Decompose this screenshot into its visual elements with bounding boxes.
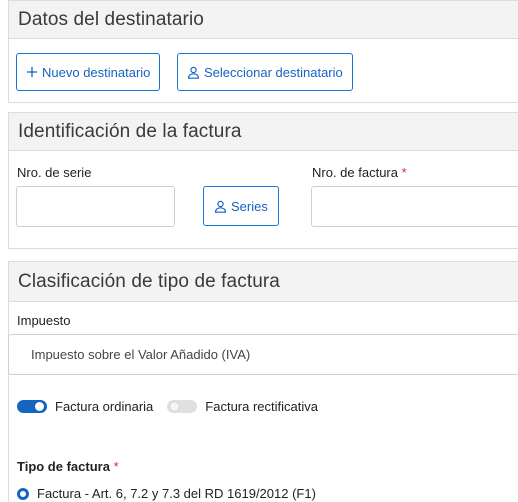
- invoice-type-option-label: Factura - Art. 6, 7.2 y 7.3 del RD 1619/…: [37, 486, 316, 501]
- radio-selected-icon[interactable]: [17, 487, 29, 500]
- invoice-type-label: Tipo de factura *: [17, 459, 119, 474]
- tax-select[interactable]: Impuesto sobre el Valor Añadido (IVA): [8, 334, 518, 375]
- select-recipient-button[interactable]: Seleccionar destinatario: [177, 53, 353, 91]
- tax-select-value: Impuesto sobre el Valor Añadido (IVA): [31, 347, 251, 362]
- user-icon: [214, 200, 227, 213]
- series-button[interactable]: Series: [203, 186, 279, 226]
- select-recipient-label: Seleccionar destinatario: [204, 64, 343, 80]
- series-button-label: Series: [231, 198, 268, 214]
- series-input[interactable]: [16, 186, 175, 227]
- corrective-invoice-toggle[interactable]: [167, 400, 198, 413]
- classification-card-title: Clasificación de tipo de factura: [18, 270, 280, 292]
- invoice-number-label-text: Nro. de factura: [312, 165, 398, 180]
- required-mark: *: [401, 165, 407, 180]
- invoice-number-input[interactable]: [311, 186, 518, 227]
- corrective-invoice-label: Factura rectificativa: [205, 399, 318, 414]
- invoice-id-card: Identificación de la factura: [8, 112, 518, 249]
- invoice-kind-toggles: Factura ordinaria Factura rectificativa: [17, 399, 332, 414]
- new-recipient-button[interactable]: Nuevo destinatario: [16, 53, 161, 91]
- ordinary-invoice-toggle[interactable]: [17, 400, 47, 413]
- user-icon: [187, 66, 200, 79]
- series-label: Nro. de serie: [17, 165, 92, 180]
- ordinary-invoice-label: Factura ordinaria: [55, 399, 154, 414]
- plus-icon: [27, 67, 37, 77]
- tax-label: Impuesto: [17, 313, 71, 328]
- invoice-type-option[interactable]: Factura - Art. 6, 7.2 y 7.3 del RD 1619/…: [17, 486, 316, 501]
- invoice-id-card-title: Identificación de la factura: [18, 120, 242, 142]
- required-mark: *: [113, 459, 119, 474]
- recipient-card-header: Datos del destinatario: [9, 1, 518, 39]
- invoice-id-card-header: Identificación de la factura: [9, 113, 518, 151]
- invoice-type-label-text: Tipo de factura: [17, 459, 110, 474]
- classification-card-header: Clasificación de tipo de factura: [9, 262, 518, 302]
- invoice-number-label: Nro. de factura *: [312, 165, 407, 180]
- new-recipient-label: Nuevo destinatario: [42, 64, 151, 80]
- recipient-card-title: Datos del destinatario: [18, 8, 204, 30]
